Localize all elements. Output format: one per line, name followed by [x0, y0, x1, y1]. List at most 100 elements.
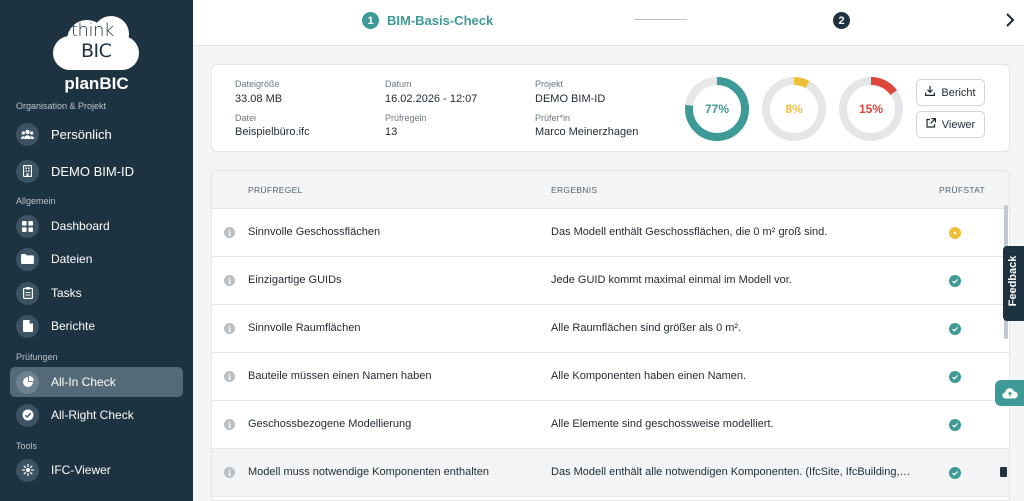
rule-result: Jede GUID kommt maximal einmal im Modell… [551, 274, 792, 286]
pie-icon [16, 370, 39, 394]
donut-warning-label: 8% [785, 102, 803, 116]
rule-name: Einzigartige GUIDs [248, 274, 342, 286]
check-circle-icon [16, 403, 39, 427]
step-connector [634, 19, 687, 20]
feedback-label: Feedback [1007, 255, 1019, 307]
rule-result: Alle Raumflächen sind größer als 0 m². [551, 322, 742, 334]
donut-failed: 15% [837, 75, 905, 143]
rules-count-label: Prüfregeln [385, 113, 427, 123]
check-info-card: Dateigröße 33.08 MB Datei Beispielbüro.i… [211, 64, 1010, 152]
sidebar-item-label: Persönlich [51, 126, 112, 142]
donut-failed-label: 15% [858, 102, 884, 116]
rules-count-value: 13 [385, 126, 398, 138]
sidebar-item-label: Dateien [51, 252, 93, 266]
column-header-result[interactable]: ERGEBNIS [551, 185, 597, 195]
sidebar-item-label: DEMO BIM-ID [51, 163, 135, 179]
sidebar-item-label: Tasks [51, 286, 82, 300]
rule-name: Sinnvolle Raumflächen [248, 322, 361, 334]
check-status-icon [949, 323, 961, 335]
rule-result: Das Modell enthält Geschossflächen, die … [551, 226, 828, 238]
app-name: planBIC [64, 74, 129, 93]
section-label-tools: Tools [16, 441, 38, 451]
sidebar-item-tasks[interactable]: Tasks [10, 278, 183, 308]
date-value: 16.02.2026 - 12:07 [385, 93, 478, 105]
clipboard-icon [16, 281, 39, 305]
warning-status-icon [949, 227, 961, 239]
report-button-label: Bericht [941, 86, 976, 99]
logo[interactable]: think BIC planBIC [0, 10, 193, 93]
file-label: Datei [235, 113, 257, 123]
table-row[interactable]: i Sinnvolle Geschossflächen Das Modell e… [212, 209, 1009, 257]
donut-warning: 8% [760, 75, 828, 143]
info-icon[interactable]: i [224, 419, 235, 430]
column-header-status[interactable]: PRÜFSTAT [939, 185, 985, 195]
sidebar-item-label: IFC-Viewer [51, 463, 111, 477]
file-value: Beispielbüro.ifc [235, 126, 310, 138]
step-2-number[interactable]: 2 [833, 12, 850, 29]
file-size-value: 33.08 MB [235, 93, 283, 105]
info-icon[interactable]: i [224, 323, 235, 334]
feedback-tab[interactable]: Feedback [1003, 246, 1024, 321]
sidebar-item-label: Berichte [51, 319, 96, 333]
rule-name: Modell muss notwendige Komponenten entha… [248, 466, 489, 478]
logo-text-line2: BIC [81, 40, 112, 62]
sidebar-item-dateien[interactable]: Dateien [10, 244, 183, 274]
step-1-label[interactable]: BIM-Basis-Check [387, 13, 493, 28]
rule-name: Bauteile müssen einen Namen haben [248, 370, 432, 382]
info-icon[interactable]: i [224, 275, 235, 286]
date-label: Datum [385, 79, 412, 89]
chevron-right-icon[interactable] [1003, 10, 1017, 30]
users-icon [16, 122, 39, 146]
sidebar-item-ifc-viewer[interactable]: IFC-Viewer [10, 455, 183, 485]
file-size-label: Dateigröße [235, 79, 280, 89]
project-label: Projekt [535, 79, 564, 89]
grid-icon [16, 214, 39, 238]
table-row[interactable]: i Bauteile müssen einen Namen haben Alle… [212, 353, 1009, 401]
step-1-number[interactable]: 1 [362, 12, 379, 29]
viewer-button[interactable]: Viewer [916, 111, 985, 138]
cloud-upload-icon[interactable] [995, 380, 1024, 406]
viewer-icon [16, 458, 39, 482]
sidebar: think BIC planBIC Organisation & Projekt… [0, 0, 193, 501]
sidebar-item-label: All-Right Check [51, 408, 134, 422]
table-row[interactable]: i Sinnvolle Raumflächen Alle Raumflächen… [212, 305, 1009, 353]
sidebar-item-demo-bim-id[interactable]: DEMO BIM-ID [10, 156, 183, 186]
rule-result: Alle Elemente sind geschossweise modelli… [551, 418, 774, 430]
sidebar-item-all-in-check[interactable]: All-In Check [10, 367, 183, 397]
rule-result: Das Modell enthält alle notwendigen Komp… [551, 466, 911, 478]
sidebar-item-persoenlich[interactable]: Persönlich [10, 119, 183, 149]
sidebar-item-dashboard[interactable]: Dashboard [10, 211, 183, 241]
info-icon[interactable]: i [224, 227, 235, 238]
column-header-rule[interactable]: PRÜFREGEL [248, 185, 303, 195]
logo-text-line1: think [71, 20, 114, 41]
rule-result: Alle Komponenten haben einen Namen. [551, 370, 747, 382]
reviewer-label: Prüfer*in [535, 113, 571, 123]
row-action-icon[interactable] [1000, 467, 1007, 477]
check-status-icon [949, 275, 961, 287]
sidebar-item-berichte[interactable]: Berichte [10, 311, 183, 341]
report-button[interactable]: Bericht [916, 79, 985, 106]
info-icon[interactable]: i [224, 467, 235, 478]
sidebar-item-all-right-check[interactable]: All-Right Check [10, 400, 183, 430]
sidebar-item-label: Dashboard [51, 219, 110, 233]
rules-table: PRÜFREGEL ERGEBNIS PRÜFSTAT i Sinnvolle … [211, 170, 1010, 501]
table-row[interactable]: i Modell muss notwendige Komponenten ent… [212, 449, 1009, 497]
section-label-allgemein: Allgemein [16, 196, 56, 206]
stepper: 1 BIM-Basis-Check 2 [193, 0, 1024, 46]
building-icon [16, 159, 39, 183]
donut-passed-label: 77% [704, 102, 730, 116]
folder-icon [16, 247, 39, 271]
check-status-icon [949, 419, 961, 431]
rule-name: Geschossbezogene Modellierung [248, 418, 412, 430]
project-value: DEMO BIM-ID [535, 93, 606, 105]
table-row[interactable]: i Geschossbezogene Modellierung Alle Ele… [212, 401, 1009, 449]
download-icon [925, 86, 936, 99]
donut-passed: 77% [683, 75, 751, 143]
table-header: PRÜFREGEL ERGEBNIS PRÜFSTAT [212, 171, 1009, 209]
viewer-button-label: Viewer [941, 118, 976, 131]
table-row[interactable]: i Einzigartige GUIDs Jede GUID kommt max… [212, 257, 1009, 305]
info-icon[interactable]: i [224, 371, 235, 382]
section-label-org: Organisation & Projekt [16, 101, 107, 111]
section-label-pruefungen: Prüfungen [16, 352, 58, 362]
check-status-icon [949, 467, 961, 479]
